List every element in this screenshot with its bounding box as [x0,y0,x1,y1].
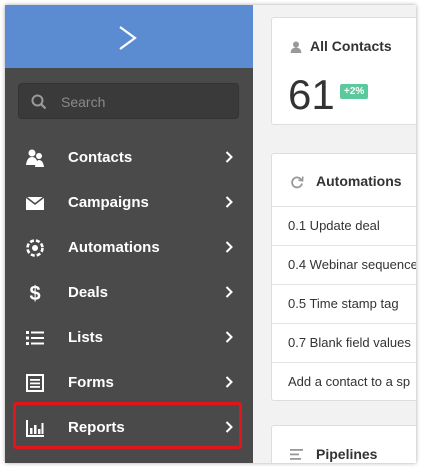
nav-item-lists[interactable]: Lists [5,315,253,360]
search-input[interactable] [59,91,233,113]
all-contacts-card[interactable]: All Contacts 61 +2% [271,17,416,125]
nav-label: Deals [68,284,109,301]
chevron-right-icon [225,286,233,298]
user-icon [290,41,302,53]
automations-card: Automations 0.1 Update deal 0.4 Webinar … [271,153,416,401]
nav-label: Automations [68,239,160,256]
dollar-icon: $ [29,283,40,303]
form-icon [26,374,44,392]
nav-label: Contacts [68,149,133,166]
automation-row[interactable]: 0.5 Time stamp tag [272,284,416,323]
nav-label: Lists [68,329,104,346]
main-content: All Contacts 61 +2% Automations 0.1 Upda… [253,5,416,463]
automation-row[interactable]: 0.4 Webinar sequence [272,245,416,284]
contacts-count: 61 [288,71,335,118]
contacts-icon [26,149,44,167]
nav-item-contacts[interactable]: Contacts [5,135,253,180]
automation-row[interactable]: Add a contact to a sp [272,362,416,401]
nav-item-automations[interactable]: Automations [5,225,253,270]
chevron-right-icon [225,151,233,163]
automation-row[interactable]: 0.7 Blank field values [272,323,416,362]
logo-bar[interactable] [5,5,253,68]
refresh-icon [291,176,304,189]
search-icon [31,94,47,110]
chevron-right-icon [225,331,233,343]
card-title: Automations [316,173,402,189]
nav-item-deals[interactable]: $ Deals [5,270,253,315]
change-badge: +2% [340,84,369,99]
reports-highlight-box [13,402,242,449]
chevron-right-icon [225,376,233,388]
logo-chevron-icon [119,26,137,50]
card-title: Pipelines [316,446,378,462]
automation-name: 0.1 Update deal [288,218,380,233]
chevron-right-icon [225,196,233,208]
nav-item-forms[interactable]: Forms [5,360,253,405]
nav-label: Campaigns [68,194,149,211]
envelope-icon [25,196,45,210]
nav-label: Forms [68,374,114,391]
automation-name: Add a contact to a sp [288,374,411,389]
automation-name: 0.4 Webinar sequence [288,257,416,272]
card-title: All Contacts [310,38,392,54]
sidebar: Contacts Campaigns Automations [5,5,253,463]
app-window: Contacts Campaigns Automations [5,5,416,463]
automations-gear-icon [26,239,44,257]
automation-row[interactable]: 0.1 Update deal [272,206,416,245]
chevron-right-icon [225,241,233,253]
pipelines-card: Pipelines [271,425,416,463]
search-box[interactable] [18,83,239,119]
svg-text:$: $ [29,283,40,303]
pipelines-icon [290,449,303,460]
nav-item-campaigns[interactable]: Campaigns [5,180,253,225]
automation-name: 0.7 Blank field values [288,335,411,350]
list-icon [26,331,44,345]
automation-name: 0.5 Time stamp tag [288,296,399,311]
